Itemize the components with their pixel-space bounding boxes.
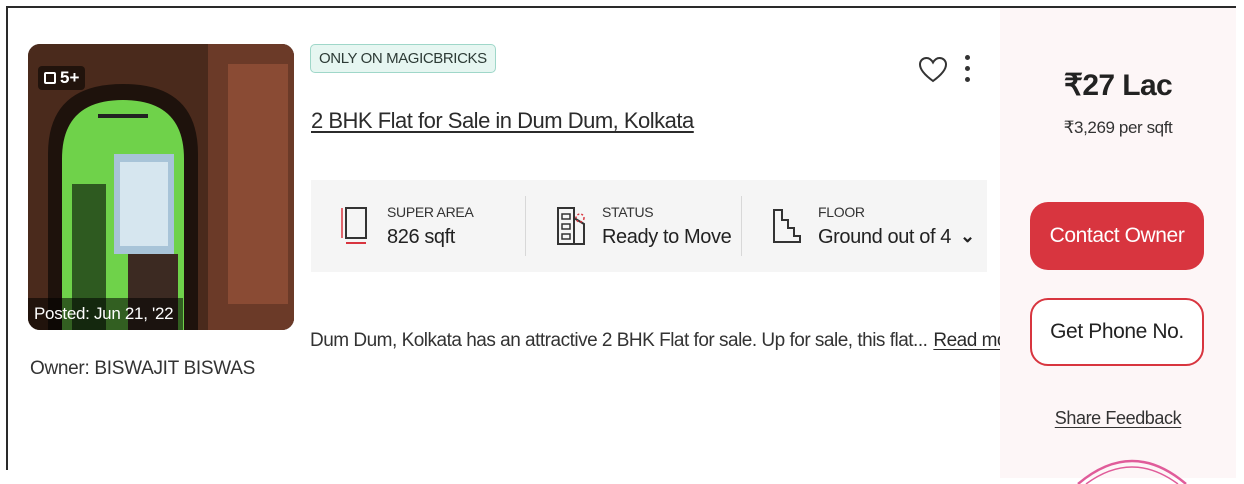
owner-name: Owner: BISWAJIT BISWAS	[30, 358, 255, 379]
property-photo[interactable]: 5+ Posted: Jun 21, '22	[28, 44, 294, 330]
property-facts-bar: SUPER AREA 826 sqft STATUS Ready to Move	[311, 180, 987, 272]
area-icon	[341, 207, 367, 244]
exclusive-badge: ONLY ON MAGICBRICKS	[310, 44, 496, 73]
listing-description: Dum Dum, Kolkata has an attractive 2 BHK…	[310, 330, 1023, 352]
fact-label: FLOOR	[818, 203, 865, 220]
fact-value: 826 sqft	[387, 225, 455, 248]
more-options-icon[interactable]	[960, 52, 974, 88]
favorite-heart-icon[interactable]	[918, 56, 948, 84]
fact-floor: FLOOR Ground out of 4	[741, 196, 961, 256]
fact-label: STATUS	[602, 203, 654, 220]
posted-date: Posted: Jun 21, '22	[28, 298, 184, 330]
building-status-icon	[557, 207, 585, 245]
fact-value: Ready to Move	[602, 225, 732, 248]
fact-status: STATUS Ready to Move	[525, 196, 741, 256]
price-per-sqft: ₹3,269 per sqft	[1063, 118, 1173, 137]
share-feedback-link[interactable]: Share Feedback	[1000, 408, 1236, 429]
description-text: Dum Dum, Kolkata has an attractive 2 BHK…	[310, 330, 928, 351]
listing-price: ₹27 Lac	[1063, 69, 1173, 102]
gallery-icon	[44, 72, 56, 84]
chevron-down-icon[interactable]: ⌄	[960, 226, 975, 247]
property-listing-card: 5+ Posted: Jun 21, '22 Owner: BISWAJIT B…	[6, 6, 1236, 484]
listing-title-link[interactable]: 2 BHK Flat for Sale in Dum Dum, Kolkata	[311, 108, 694, 134]
fact-label: SUPER AREA	[387, 203, 474, 220]
get-phone-button[interactable]: Get Phone No.	[1030, 298, 1204, 366]
stairs-floor-icon	[773, 209, 801, 243]
fact-value: Ground out of 4	[818, 225, 951, 248]
seal-stamp-icon	[1077, 459, 1187, 484]
fact-super-area: SUPER AREA 826 sqft	[311, 196, 525, 256]
photo-count-badge[interactable]: 5+	[38, 66, 86, 90]
pricing-panel: ₹27 Lac ₹3,269 per sqft Contact Owner Ge…	[1000, 8, 1236, 484]
contact-owner-button[interactable]: Contact Owner	[1030, 202, 1204, 270]
photo-count-label: 5+	[60, 68, 80, 87]
